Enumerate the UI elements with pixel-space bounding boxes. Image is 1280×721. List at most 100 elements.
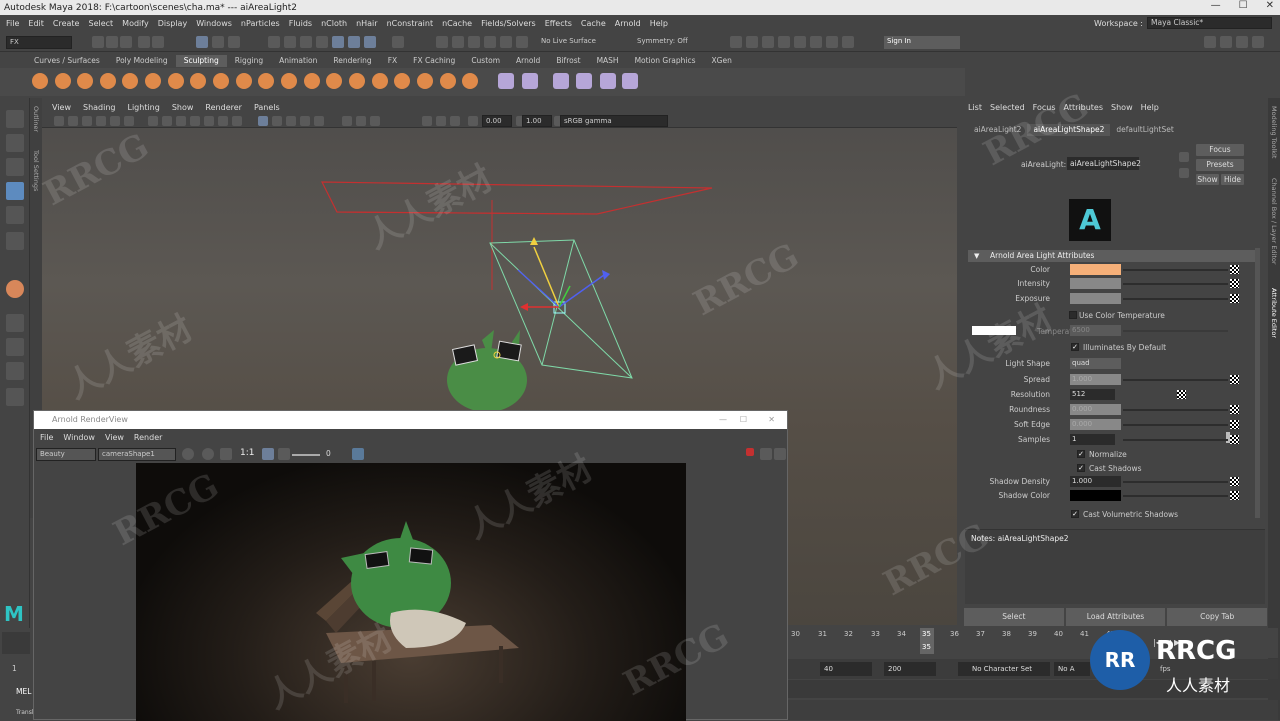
- shelf-tab-curves[interactable]: Curves / Surfaces: [26, 55, 108, 67]
- show-button[interactable]: Show: [1196, 174, 1219, 185]
- select-object-icon[interactable]: [212, 36, 224, 48]
- mesh-tool-icon[interactable]: [576, 73, 592, 89]
- script-language[interactable]: MEL: [16, 687, 31, 696]
- menu-ncloth[interactable]: nCloth: [321, 19, 347, 28]
- anim-layer-dropdown[interactable]: No A: [1054, 662, 1090, 676]
- go-input-icon[interactable]: [1179, 152, 1189, 162]
- attr-menu-selected[interactable]: Selected: [990, 103, 1025, 112]
- close-icon[interactable]: ✕: [1266, 0, 1274, 11]
- menu-display[interactable]: Display: [158, 19, 188, 28]
- exposure-value[interactable]: 0: [326, 449, 331, 458]
- freeze-tool-icon[interactable]: [498, 73, 514, 89]
- menu-modify[interactable]: Modify: [122, 19, 149, 28]
- shadow-density-slider[interactable]: [1123, 481, 1228, 483]
- attribute-editor-tab[interactable]: Attribute Editor: [1270, 288, 1278, 338]
- tab-aiarealight2[interactable]: aiAreaLight2: [968, 124, 1027, 136]
- map-button-icon[interactable]: [1230, 405, 1239, 414]
- menu-nparticles[interactable]: nParticles: [241, 19, 280, 28]
- modeling-toolkit-icon[interactable]: [1204, 36, 1216, 48]
- save-scene-icon[interactable]: [120, 36, 132, 48]
- shadow-density-field[interactable]: 1.000: [1070, 476, 1121, 487]
- map-button-icon[interactable]: [1230, 294, 1239, 303]
- tool-settings-icon[interactable]: [1236, 36, 1248, 48]
- ipr-icon[interactable]: [468, 36, 480, 48]
- lasso-tool-icon[interactable]: [6, 134, 24, 152]
- mesh-tool-icon[interactable]: [553, 73, 569, 89]
- sculpt-tool-icon[interactable]: [6, 280, 24, 298]
- sculpt-brush-icon[interactable]: [236, 73, 252, 89]
- map-button-icon[interactable]: [1230, 477, 1239, 486]
- sculpt-brush-icon[interactable]: [190, 73, 206, 89]
- sculpt-brush-icon[interactable]: [77, 73, 93, 89]
- attr-menu-attributes[interactable]: Attributes: [1064, 103, 1104, 112]
- sculpt-settings-icon[interactable]: [522, 73, 538, 89]
- rv-menu-window[interactable]: Window: [63, 433, 95, 442]
- tool-settings-label[interactable]: Tool Settings: [32, 150, 40, 191]
- shelf-tab-custom[interactable]: Custom: [463, 55, 508, 67]
- snap-surface-icon[interactable]: [332, 36, 344, 48]
- attribute-editor-icon[interactable]: [1220, 36, 1232, 48]
- mesh-tool-icon[interactable]: [622, 73, 638, 89]
- snap-live-icon[interactable]: [348, 36, 360, 48]
- shelf-tab-poly[interactable]: Poly Modeling: [108, 55, 176, 67]
- sculpt-brush-icon[interactable]: [122, 73, 138, 89]
- move-tool-icon[interactable]: [6, 182, 24, 200]
- rotate-tool-icon[interactable]: [6, 206, 24, 224]
- shelf-tab-bifrost[interactable]: Bifrost: [548, 55, 588, 67]
- redo-icon[interactable]: [152, 36, 164, 48]
- color-slider[interactable]: [1123, 269, 1228, 271]
- soft-edge-field[interactable]: 0.000: [1070, 419, 1121, 430]
- hypershade-icon[interactable]: [500, 36, 512, 48]
- snap-grid-icon[interactable]: [268, 36, 280, 48]
- sculpt-brush-icon[interactable]: [326, 73, 342, 89]
- sculpt-brush-icon[interactable]: [168, 73, 184, 89]
- shelf-tab-xgen[interactable]: XGen: [704, 55, 740, 67]
- intensity-field[interactable]: [1070, 278, 1121, 289]
- snap-curve-icon[interactable]: [284, 36, 296, 48]
- mesh-tool-icon[interactable]: [600, 73, 616, 89]
- editor-toggle-icon[interactable]: [794, 36, 806, 48]
- editor-toggle-icon[interactable]: [778, 36, 790, 48]
- illuminates-checkbox[interactable]: ✓: [1071, 343, 1079, 351]
- shelf-tab-arnold[interactable]: Arnold: [508, 55, 548, 67]
- range-end-field[interactable]: 40: [820, 662, 872, 676]
- layout-two-icon[interactable]: [6, 362, 24, 380]
- select-button[interactable]: Select: [964, 608, 1064, 626]
- sculpt-brush-icon[interactable]: [462, 73, 478, 89]
- rv-close-icon[interactable]: ✕: [768, 411, 775, 429]
- pause-icon[interactable]: [842, 36, 854, 48]
- editor-toggle-icon[interactable]: [826, 36, 838, 48]
- sculpt-brush-icon[interactable]: [440, 73, 456, 89]
- map-button-icon[interactable]: [1230, 279, 1239, 288]
- spread-slider[interactable]: [1123, 379, 1228, 381]
- shelf-tab-mash[interactable]: MASH: [589, 55, 627, 67]
- shelf-tab-fx-caching[interactable]: FX Caching: [405, 55, 463, 67]
- menu-windows[interactable]: Windows: [196, 19, 232, 28]
- exposure-slider[interactable]: [1123, 298, 1228, 300]
- settings-icon[interactable]: [278, 448, 290, 460]
- snap-point-icon[interactable]: [300, 36, 312, 48]
- channel-box-tab[interactable]: Channel Box / Layer Editor: [1270, 178, 1278, 265]
- shadow-color-slider[interactable]: [1123, 495, 1228, 497]
- editor-toggle-icon[interactable]: [746, 36, 758, 48]
- attr-menu-list[interactable]: List: [968, 103, 982, 112]
- editor-toggle-icon[interactable]: [762, 36, 774, 48]
- normalize-checkbox[interactable]: ✓: [1077, 450, 1085, 458]
- tab-aiarealightshape2[interactable]: aiAreaLightShape2: [1027, 124, 1111, 136]
- layout-four-icon[interactable]: [6, 338, 24, 356]
- menu-fields-solvers[interactable]: Fields/Solvers: [481, 19, 536, 28]
- shelf-tab-rigging[interactable]: Rigging: [227, 55, 271, 67]
- sculpt-brush-icon[interactable]: [304, 73, 320, 89]
- shelf-tab-fx[interactable]: FX: [380, 55, 405, 67]
- audio-icon[interactable]: [760, 448, 772, 460]
- color-swatch[interactable]: [1070, 264, 1121, 275]
- layers-icon[interactable]: [352, 448, 364, 460]
- rv-maximize-icon[interactable]: ☐: [740, 411, 747, 429]
- menu-ncache[interactable]: nCache: [442, 19, 472, 28]
- channel-box-icon[interactable]: [1252, 36, 1264, 48]
- collapse-arrow-icon[interactable]: ▼: [974, 250, 979, 262]
- editor-toggle-icon[interactable]: [730, 36, 742, 48]
- map-button-icon[interactable]: [1230, 265, 1239, 274]
- editor-toggle-icon[interactable]: [810, 36, 822, 48]
- menu-create[interactable]: Create: [53, 19, 80, 28]
